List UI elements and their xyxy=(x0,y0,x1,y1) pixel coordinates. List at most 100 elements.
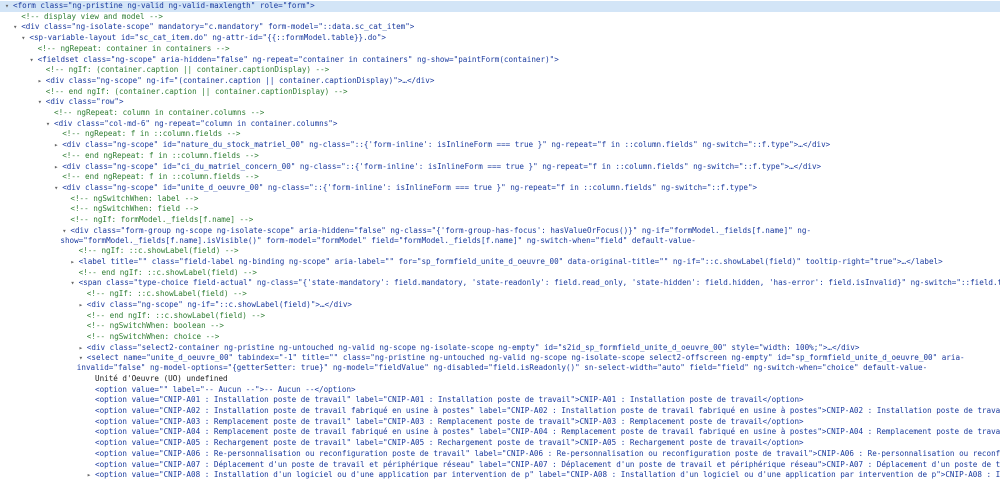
tree-node[interactable]: ▸<option value="CNIP-A04 : Remplacement … xyxy=(0,427,1000,438)
tree-node[interactable]: ▸<!-- ngRepeat: column in container.colu… xyxy=(0,108,1000,119)
node-text: <div class="ng-scope" id="ci_du_matriel_… xyxy=(62,161,822,171)
tree-node[interactable]: ▸<!-- ngIf: ::c.showLabel(field) --> xyxy=(0,246,1000,257)
node-text: <sp-variable-layout id="sc_cat_item.do" … xyxy=(29,33,386,43)
tree-node[interactable]: ▸<!-- ngRepeat: container in containers … xyxy=(0,44,1000,55)
node-text: <option value="CNIP-A05 : Rechargement p… xyxy=(95,438,804,448)
node-text: <option value="CNIP-A07 : Déplacement d'… xyxy=(95,459,1000,469)
node-text: <div class="select2-container ng-pristin… xyxy=(86,342,860,352)
tree-node[interactable]: ▸<!-- ngIf: ::c.showLabel(field) --> xyxy=(0,289,1000,300)
tree-node[interactable]: ▸<!-- end ngIf: (container.caption || co… xyxy=(0,87,1000,98)
node-text: <div class="ng-scope" id="nature_du_stoc… xyxy=(62,140,831,150)
tree-node[interactable]: ▾ <form class="ng-pristine ng-valid ng-va… xyxy=(0,1,1000,12)
node-text: <div class="ng-scope" id="unite_d_oeuvre… xyxy=(62,182,758,192)
node-text: <!-- ngIf: ::c.showLabel(field) --> xyxy=(86,289,247,299)
node-text: <!-- ngRepeat: column in container.colum… xyxy=(54,108,265,117)
tree-node[interactable]: ▾ <div class="col-md-6" ng-repeat="column… xyxy=(0,119,1000,130)
node-text: <form class="ng-pristine ng-valid ng-val… xyxy=(13,1,315,10)
node-text: <!-- ngSwitchWhen: label --> xyxy=(70,193,199,203)
tree-node[interactable]: ▾ <div class="row"> xyxy=(0,97,1000,108)
collapsed-arrow-icon[interactable]: ▸ xyxy=(85,470,93,481)
tree-node[interactable]: ▸<!-- ngRepeat: f in ::column.fields --> xyxy=(0,129,1000,140)
tree-node[interactable]: ▾ <div class="ng-scope" id="unite_d_oeuvr… xyxy=(0,183,1000,194)
expanded-arrow-icon[interactable]: ▾ xyxy=(69,278,77,289)
node-text: <div class="form-group ng-scope ng-isola… xyxy=(60,225,812,245)
tree-node[interactable]: ▸<!-- ngSwitchWhen: choice --> xyxy=(0,332,1000,343)
tree-node[interactable]: ▸<option value="" label="-- Aucun --">--… xyxy=(0,385,1000,396)
tree-node[interactable]: ▸<!-- end ngIf: ::c.showLabel(field) --> xyxy=(0,311,1000,322)
tree-node[interactable]: ▸<!-- ngIf: (container.caption || contai… xyxy=(0,65,1000,76)
tree-node[interactable]: ▾ <sp-variable-layout id="sc_cat_item.do"… xyxy=(0,33,1000,44)
tree-node[interactable]: ▸ <div class="ng-scope" ng-if="(container… xyxy=(0,76,1000,87)
tree-node[interactable]: ▾ <span class="type-choice field-actual" … xyxy=(0,278,1000,289)
expanded-arrow-icon[interactable]: ▾ xyxy=(77,353,85,363)
node-text: <label title="" class="field-label ng-bi… xyxy=(78,257,943,266)
tree-node[interactable]: ▸<option value="CNIP-A01 : Installation … xyxy=(0,395,1000,406)
node-text: <option value="CNIP-A08 : Installation d… xyxy=(95,470,1000,480)
tree-node[interactable]: ▸ <label title="" class="field-label ng-b… xyxy=(0,257,1000,268)
dom-inspector-tree: ▾ <form class="ng-pristine ng-valid ng-va… xyxy=(0,0,1000,483)
node-text: <!-- ngIf: (container.caption || contain… xyxy=(45,65,330,75)
node-text: <option value="CNIP-A04 : Remplacement p… xyxy=(95,427,1000,437)
tree-node[interactable]: ▸<!-- end ngIf: ::c.showLabel(field) --> xyxy=(0,268,1000,279)
expanded-arrow-icon[interactable]: ▾ xyxy=(19,33,27,44)
node-text: <select name="unite_d_oeuvre_00" tabinde… xyxy=(76,353,965,373)
collapsed-arrow-icon[interactable]: ▸ xyxy=(77,300,85,311)
node-text: <option value="CNIP-A06 : Re-personnalis… xyxy=(95,448,1000,458)
collapsed-arrow-icon[interactable]: ▸ xyxy=(36,76,44,87)
tree-node[interactable]: ▸<!-- end ngRepeat: f in ::column.fields… xyxy=(0,151,1000,162)
tree-node[interactable]: ▸<!-- display view and model --> xyxy=(0,12,1000,23)
expanded-arrow-icon[interactable]: ▾ xyxy=(36,97,44,108)
expanded-arrow-icon[interactable]: ▾ xyxy=(28,55,36,66)
collapsed-arrow-icon[interactable]: ▸ xyxy=(52,162,60,173)
node-text: <div class="ng-isolate-scope" mandatory=… xyxy=(21,22,415,32)
tree-node[interactable]: ▸<option value="CNIP-A05 : Rechargement … xyxy=(0,438,1000,449)
node-text: <div class="col-md-6" ng-repeat="column … xyxy=(54,118,338,128)
tree-node[interactable]: ▸Unité d'Oeuvre (UO) undefined xyxy=(0,374,1000,385)
expanded-arrow-icon[interactable]: ▾ xyxy=(52,183,60,194)
tree-node[interactable]: ▸<!-- end ngRepeat: f in ::column.fields… xyxy=(0,172,1000,183)
tree-node[interactable]: ▸<!-- ngSwitchWhen: boolean --> xyxy=(0,321,1000,332)
tree-node[interactable]: ▸ <div class="ng-scope" id="nature_du_sto… xyxy=(0,140,1000,151)
tree-node[interactable]: ▸<!-- ngIf: formModel._fields[f.name] --… xyxy=(0,215,1000,226)
node-text: <div class="ng-scope" ng-if="(container.… xyxy=(45,75,435,85)
node-text: Unité d'Oeuvre (UO) undefined xyxy=(95,373,228,383)
node-text: <option value="CNIP-A02 : Installation p… xyxy=(95,406,1000,415)
node-text: <!-- ngSwitchWhen: boolean --> xyxy=(86,321,224,331)
tree-node[interactable]: ▾ <div class="ng-isolate-scope" mandatory… xyxy=(0,22,1000,33)
tree-node[interactable]: ▸<option value="CNIP-A07 : Déplacement d… xyxy=(0,460,1000,471)
collapsed-arrow-icon[interactable]: ▸ xyxy=(52,140,60,151)
node-text: <!-- end ngIf: ::c.showLabel(field) --> xyxy=(78,267,257,277)
expanded-arrow-icon[interactable]: ▾ xyxy=(44,119,52,130)
node-text: <!-- end ngIf: (container.caption || con… xyxy=(45,86,348,96)
node-text: <!-- ngRepeat: container in containers -… xyxy=(37,43,230,53)
expanded-arrow-icon[interactable]: ▾ xyxy=(3,1,11,12)
tree-node[interactable]: ▸<!-- ngSwitchWhen: label --> xyxy=(0,194,1000,205)
tree-node[interactable]: ▸<option value="CNIP-A02 : Installation … xyxy=(0,406,1000,417)
node-text: <!-- display view and model --> xyxy=(21,11,163,21)
node-text: <fieldset class="ng-scope" aria-hidden="… xyxy=(37,54,559,64)
node-text: <!-- ngSwitchWhen: field --> xyxy=(70,204,199,214)
tree-node[interactable]: ▸ <div class="select2-container ng-pristi… xyxy=(0,343,1000,354)
collapsed-arrow-icon[interactable]: ▸ xyxy=(77,343,85,354)
node-text: <!-- ngIf: ::c.showLabel(field) --> xyxy=(78,246,239,256)
node-text: <div class="row"> xyxy=(45,97,124,107)
tree-node[interactable]: ▸ <div class="ng-scope" ng-if="::c.showLa… xyxy=(0,300,1000,311)
node-text: <!-- end ngIf: ::c.showLabel(field) --> xyxy=(86,310,266,320)
tree-node[interactable]: ▾ <div class="form-group ng-scope ng-isol… xyxy=(0,226,1000,246)
tree-node[interactable]: ▾ <fieldset class="ng-scope" aria-hidden=… xyxy=(0,55,1000,66)
tree-node[interactable]: ▸<!-- ngSwitchWhen: field --> xyxy=(0,204,1000,215)
node-text: <!-- ngIf: formModel._fields[f.name] --> xyxy=(70,215,254,224)
tree-node[interactable]: ▾ <select name="unite_d_oeuvre_00" tabind… xyxy=(0,353,1000,373)
expanded-arrow-icon[interactable]: ▾ xyxy=(11,22,19,33)
collapsed-arrow-icon[interactable]: ▸ xyxy=(69,257,77,268)
node-text: <option value="CNIP-A03 : Remplacement p… xyxy=(95,416,804,426)
node-text: <option value="" label="-- Aucun --">-- … xyxy=(95,384,356,394)
tree-node[interactable]: ▸ <div class="ng-scope" id="ci_du_matriel… xyxy=(0,162,1000,173)
tree-node[interactable]: ▸<option value="CNIP-A03 : Remplacement … xyxy=(0,417,1000,428)
tree-node[interactable]: ▸<option value="CNIP-A06 : Re-personnali… xyxy=(0,449,1000,460)
expanded-arrow-icon[interactable]: ▾ xyxy=(60,226,68,236)
tree-node[interactable]: ▸ <option value="CNIP-A08 : Installation … xyxy=(0,470,1000,481)
node-text: <!-- end ngRepeat: f in ::column.fields … xyxy=(62,150,259,160)
node-text: <!-- ngRepeat: f in ::column.fields --> xyxy=(62,129,241,139)
node-text: <div class="ng-scope" ng-if="::c.showLab… xyxy=(86,299,352,309)
